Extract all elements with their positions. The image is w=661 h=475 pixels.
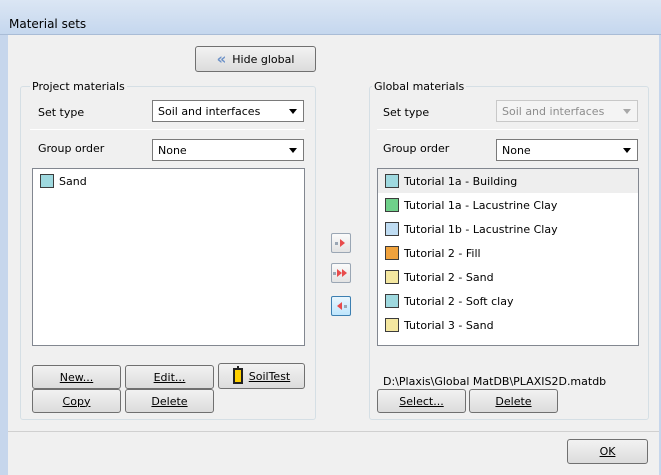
material-name: Tutorial 1b - Lacustrine Clay	[404, 222, 558, 236]
copy-button-label: Copy	[62, 394, 91, 408]
hide-global-label: Hide global	[232, 52, 295, 66]
dropdown-arrow-icon	[289, 148, 297, 153]
global-material-item[interactable]: Tutorial 3 - Sand	[378, 313, 638, 337]
hide-global-button[interactable]: « Hide global	[195, 46, 316, 72]
material-name: Sand	[59, 174, 87, 188]
edit-button-label: Edit...	[153, 370, 186, 384]
project-materials-list[interactable]: Sand	[32, 168, 305, 346]
material-color-swatch	[385, 270, 399, 284]
global-material-item[interactable]: Tutorial 1b - Lacustrine Clay	[378, 217, 638, 241]
new-button[interactable]: New...	[32, 365, 121, 389]
double-chevron-left-icon: «	[216, 50, 227, 68]
material-name: Tutorial 1a - Lacustrine Clay	[404, 198, 558, 212]
material-color-swatch	[385, 294, 399, 308]
copy-button[interactable]: Copy	[32, 389, 121, 413]
soiltest-button[interactable]: SoilTest	[218, 363, 305, 389]
material-name: Tutorial 2 - Sand	[404, 270, 494, 284]
window-title: Material sets	[9, 17, 87, 31]
global-material-item[interactable]: Tutorial 2 - Sand	[378, 265, 638, 289]
soiltest-button-label: SoilTest	[248, 369, 291, 383]
global-material-item[interactable]: Tutorial 1a - Lacustrine Clay	[378, 193, 638, 217]
project-set-type-label: Set type	[38, 106, 85, 119]
global-material-item[interactable]: Tutorial 1a - Building	[378, 169, 638, 193]
material-sets-dialog: Material sets « Hide global Project mate…	[0, 0, 661, 475]
global-set-type-value: Soil and interfaces	[502, 104, 605, 118]
title-bar: Material sets	[0, 0, 661, 35]
project-set-type-value: Soil and interfaces	[158, 104, 261, 118]
project-group-order-value: None	[158, 143, 187, 157]
global-delete-button-label: Delete	[495, 394, 532, 408]
global-materials-list[interactable]: Tutorial 1a - Building Tutorial 1a - Lacu…	[377, 168, 639, 346]
project-group-order-label: Group order	[38, 142, 105, 155]
global-group-order-value: None	[502, 143, 531, 157]
copy-to-global-button[interactable]	[331, 233, 351, 253]
project-material-item[interactable]: Sand	[33, 169, 304, 193]
select-db-button[interactable]: Select...	[377, 389, 466, 413]
material-name: Tutorial 2 - Soft clay	[404, 294, 514, 308]
material-color-swatch	[385, 198, 399, 212]
dropdown-arrow-icon	[623, 148, 631, 153]
material-name: Tutorial 3 - Sand	[404, 318, 494, 332]
soiltest-icon	[232, 366, 243, 384]
global-material-item[interactable]: Tutorial 2 - Fill	[378, 241, 638, 265]
material-color-swatch	[385, 246, 399, 260]
copy-all-to-global-button[interactable]	[331, 263, 351, 283]
select-db-button-label: Select...	[399, 394, 444, 408]
dropdown-arrow-icon	[289, 109, 297, 114]
global-group-order-select[interactable]: None	[496, 139, 638, 161]
project-delete-button[interactable]: Delete	[125, 389, 214, 413]
copy-to-global-icon	[335, 239, 345, 247]
project-group-order-select[interactable]: None	[152, 139, 304, 161]
copy-to-project-button[interactable]	[331, 296, 351, 316]
footer-separator	[8, 431, 659, 432]
global-material-item[interactable]: Tutorial 2 - Soft clay	[378, 289, 638, 313]
material-name: Tutorial 2 - Fill	[404, 246, 481, 260]
material-color-swatch	[385, 222, 399, 236]
material-color-swatch	[40, 174, 54, 188]
ok-button-label: OK	[599, 445, 616, 458]
ok-button[interactable]: OK	[567, 439, 648, 464]
project-separator	[30, 129, 305, 130]
new-button-label: New...	[59, 370, 94, 384]
dropdown-arrow-icon	[623, 109, 631, 114]
global-db-path: D:\Plaxis\Global MatDB\PLAXIS2D.matdb	[383, 375, 607, 388]
global-group-order-label: Group order	[383, 142, 450, 155]
edit-button[interactable]: Edit...	[125, 365, 214, 389]
project-delete-button-label: Delete	[151, 394, 188, 408]
global-delete-button[interactable]: Delete	[469, 389, 558, 413]
material-color-swatch	[385, 174, 399, 188]
project-set-type-select[interactable]: Soil and interfaces	[152, 100, 304, 122]
project-materials-title: Project materials	[30, 80, 127, 93]
global-materials-title: Global materials	[372, 80, 467, 93]
copy-to-project-icon	[337, 302, 347, 310]
global-set-type-select: Soil and interfaces	[496, 100, 638, 122]
global-set-type-label: Set type	[383, 106, 430, 119]
material-color-swatch	[385, 318, 399, 332]
copy-all-to-global-icon	[333, 269, 347, 277]
global-separator	[377, 129, 639, 130]
window-left-border	[0, 35, 8, 475]
material-name: Tutorial 1a - Building	[404, 174, 518, 188]
